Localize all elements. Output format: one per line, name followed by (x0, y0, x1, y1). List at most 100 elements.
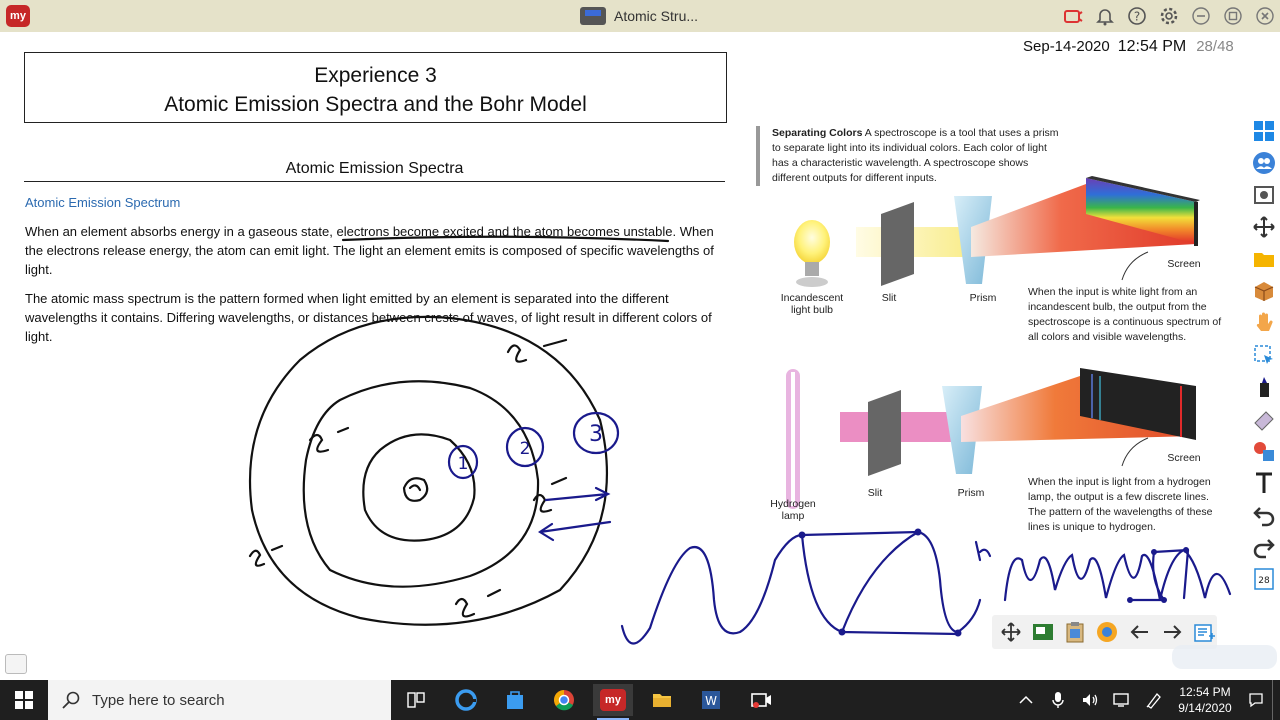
myviewboard-logo: my (600, 689, 626, 711)
restore-icon[interactable] (1222, 5, 1244, 27)
paragraph-1-part-a: When an element absorbs energy in a gase… (25, 224, 337, 239)
board-icon[interactable] (1030, 619, 1055, 645)
marker-icon[interactable] (1251, 374, 1277, 400)
section-title: Atomic Emission Spectra (24, 160, 725, 182)
taskbar-clock[interactable]: 12:54 PM 9/14/2020 (1170, 684, 1240, 716)
word-icon[interactable]: W (691, 684, 731, 716)
chrome-icon[interactable] (544, 684, 584, 716)
paragraph-1: When an element absorbs energy in a gase… (25, 222, 730, 279)
wave-short (1003, 548, 1232, 602)
shell-label-2: 2 (520, 439, 531, 459)
clipboard-icon[interactable] (1063, 619, 1088, 645)
notifications-icon[interactable] (1240, 680, 1272, 720)
svg-text:W: W (705, 694, 717, 708)
page-badge[interactable]: 28 (1251, 566, 1277, 592)
windows-icon[interactable] (1251, 118, 1277, 144)
minimize-icon[interactable] (1190, 5, 1212, 27)
help-icon[interactable]: ? (1126, 5, 1148, 27)
microphone-icon[interactable] (1042, 680, 1074, 720)
wave-short-box (1128, 548, 1190, 602)
search-placeholder: Type here to search (92, 691, 225, 709)
screenshot-icon[interactable] (1251, 182, 1277, 208)
page-badge-number: 28 (1258, 576, 1270, 586)
shell-circle-1 (447, 444, 479, 480)
label-hydrogen-lamp: Hydrogen lamp (770, 498, 816, 522)
taskbar-search[interactable]: Type here to search (48, 680, 391, 720)
box-icon[interactable] (1251, 278, 1277, 304)
bell-icon[interactable] (1094, 5, 1116, 27)
move-icon[interactable] (1251, 214, 1277, 240)
orbit-outer (248, 315, 609, 626)
system-tray: 12:54 PM 9/14/2020 (1010, 680, 1280, 720)
heading-line-1: Experience 3 (314, 64, 437, 87)
volume-icon[interactable] (1074, 680, 1106, 720)
folder-icon[interactable] (1251, 246, 1277, 272)
shell-label-3: 3 (589, 422, 603, 447)
shell-circle-3 (572, 411, 620, 455)
close-icon[interactable] (1254, 5, 1276, 27)
store-icon[interactable] (495, 684, 535, 716)
hand-icon[interactable] (1251, 310, 1277, 336)
electron-mark-3 (248, 544, 284, 567)
start-button[interactable] (0, 680, 48, 720)
myviewboard-taskbar-icon[interactable]: my (593, 684, 633, 720)
paragraph-1-highlight: electrons become excited and the atom be… (336, 224, 673, 239)
forward-arrow-icon[interactable] (1159, 619, 1184, 645)
svg-text:?: ? (1134, 10, 1140, 24)
label-screen-2: Screen (1167, 452, 1201, 464)
selection-icon[interactable] (1251, 342, 1277, 368)
subsection-heading: Atomic Emission Spectrum (25, 195, 181, 210)
label-slit-1: Slit (881, 292, 897, 304)
orbit-inner (362, 433, 476, 542)
file-explorer-icon[interactable] (642, 684, 682, 716)
app-logo[interactable]: my (6, 5, 30, 27)
page-counter: 28/48 (1196, 38, 1234, 55)
electron-mark-4 (454, 588, 502, 618)
broadcast-icon[interactable] (1062, 5, 1084, 27)
title-bar-icons: ? (1062, 5, 1276, 27)
spectroscope-figure: Separating Colors A spectroscope is a to… (756, 124, 1236, 534)
clock-time: 12:54 PM (1179, 685, 1231, 699)
image-gallery-icon[interactable] (5, 654, 27, 674)
show-desktop-button[interactable] (1272, 680, 1280, 720)
eraser-icon[interactable] (1251, 406, 1277, 432)
wave-long (620, 530, 982, 645)
text-tool-icon[interactable] (1251, 470, 1277, 496)
recorder-icon[interactable] (741, 684, 781, 716)
window-title: Atomic Stru... (580, 7, 698, 25)
document-heading: Experience 3 Atomic Emission Spectra and… (24, 52, 727, 123)
absorption-arrow (537, 520, 612, 542)
people-icon[interactable] (1251, 150, 1277, 176)
emission-arrow (544, 486, 611, 502)
wave-long-box (800, 530, 960, 636)
clock-date: 9/14/2020 (1178, 701, 1232, 715)
date-time-display: Sep-14-2020 12:54 PM 28/48 (1023, 38, 1234, 56)
search-icon (62, 691, 80, 709)
undo-icon[interactable] (1251, 502, 1277, 528)
time-text: 12:54 PM (1117, 38, 1187, 55)
shapes-icon[interactable] (1251, 438, 1277, 464)
description-2: When the input is light from a hydrogen … (1028, 476, 1213, 533)
date-text: Sep-14-2020 (1023, 38, 1110, 55)
edge-icon[interactable] (446, 684, 486, 716)
title-bar: my Atomic Stru... ? (0, 0, 1280, 32)
windows-logo-icon (15, 691, 33, 709)
description-1: When the input is white light from an in… (1028, 286, 1222, 343)
pen-icon[interactable] (1138, 680, 1170, 720)
back-arrow-icon[interactable] (1127, 619, 1152, 645)
task-view-icon[interactable] (396, 684, 436, 716)
window-title-text: Atomic Stru... (614, 8, 699, 24)
shell-label-1: 1 (458, 454, 469, 474)
add-page-icon[interactable] (1192, 619, 1217, 645)
gear-icon[interactable] (1158, 5, 1180, 27)
browser-icon[interactable] (1095, 619, 1120, 645)
electron-mark-2 (308, 426, 350, 453)
redo-icon[interactable] (1251, 534, 1277, 560)
label-prism-1: Prism (969, 292, 997, 304)
label-prism-2: Prism (957, 487, 985, 499)
nucleus (402, 477, 429, 502)
chevron-up-icon[interactable] (1010, 680, 1042, 720)
move-toolbar-icon[interactable] (998, 619, 1023, 645)
floating-toolbar (992, 615, 1217, 649)
network-icon[interactable] (1106, 680, 1138, 720)
